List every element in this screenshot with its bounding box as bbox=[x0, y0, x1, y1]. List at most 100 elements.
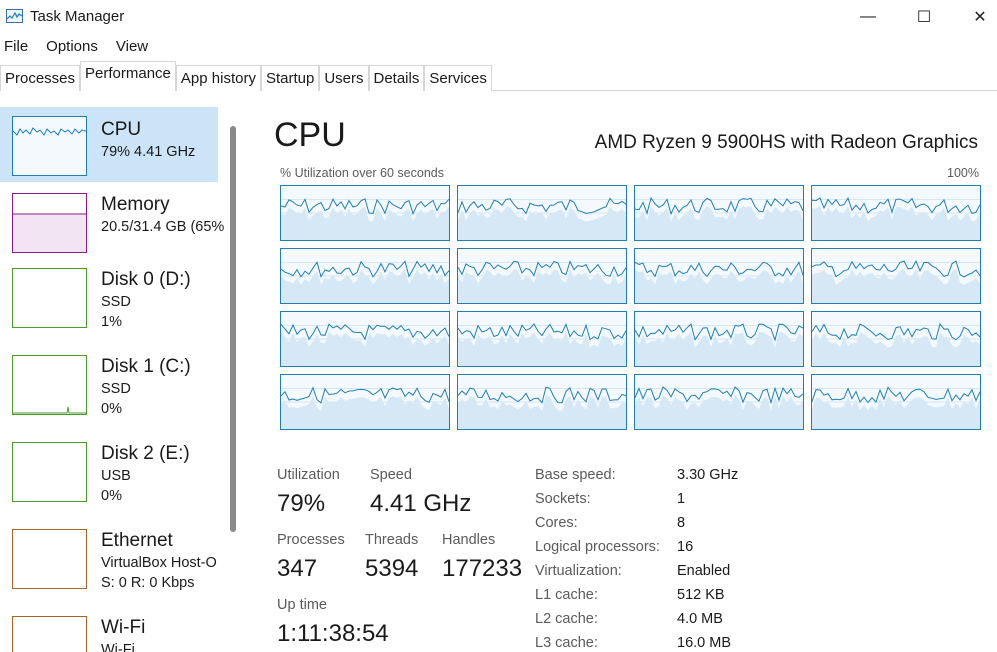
logical-processor-graph bbox=[457, 248, 627, 304]
page-title: CPU bbox=[274, 116, 346, 154]
sidebar-item-disk-1[interactable]: Disk 1 (C:) SSD 0% bbox=[0, 344, 218, 429]
graph-max-label: 100% bbox=[947, 166, 979, 180]
sidebar-disk-0-usage: 1% bbox=[101, 314, 122, 330]
disk-0-thumbnail-graph bbox=[12, 268, 87, 328]
tab-startup[interactable]: Startup bbox=[260, 65, 320, 91]
logical-processor-graph bbox=[811, 374, 981, 430]
sidebar-disk-1-usage: 0% bbox=[101, 401, 122, 417]
sidebar-wifi-title: Wi-Fi bbox=[101, 617, 146, 638]
logical-processor-graph bbox=[457, 311, 627, 367]
sidebar-disk-2-usage: 0% bbox=[101, 488, 122, 504]
handles-label: Handles bbox=[442, 532, 496, 548]
sidebar-scrollbar[interactable] bbox=[230, 126, 236, 532]
ethernet-thumbnail-graph bbox=[12, 529, 87, 589]
tab-strip: Processes Performance App history Startu… bbox=[0, 61, 997, 91]
logical-processor-graph bbox=[634, 185, 804, 241]
virtualization-value: Enabled bbox=[677, 563, 731, 579]
sidebar-wifi-adapter: Wi-Fi bbox=[101, 642, 135, 652]
sidebar-disk-2-type: USB bbox=[101, 468, 131, 484]
logical-processor-graph bbox=[811, 248, 981, 304]
logical-processors-value: 16 bbox=[677, 539, 694, 555]
speed-value: 4.41 GHz bbox=[370, 490, 472, 517]
tab-services[interactable]: Services bbox=[424, 65, 492, 91]
sidebar-item-cpu[interactable]: CPU 79% 4.41 GHz bbox=[0, 107, 218, 182]
title-bar: Task Manager — ☐ ✕ bbox=[0, 0, 997, 34]
sidebar-item-memory[interactable]: Memory 20.5/31.4 GB (65% bbox=[0, 182, 224, 262]
sidebar-memory-title: Memory bbox=[101, 194, 170, 215]
sidebar-cpu-usage: 79% 4.41 GHz bbox=[101, 144, 196, 160]
close-button[interactable]: ✕ bbox=[953, 0, 997, 34]
task-manager-icon bbox=[6, 9, 23, 23]
maximize-button[interactable]: ☐ bbox=[897, 0, 951, 34]
threads-label: Threads bbox=[365, 532, 419, 548]
cpu-thumbnail-graph bbox=[12, 116, 87, 176]
sidebar-item-disk-0[interactable]: Disk 0 (D:) SSD 1% bbox=[0, 257, 218, 342]
utilization-label: Utilization bbox=[277, 467, 340, 483]
cpu-detail-panel: CPU AMD Ryzen 9 5900HS with Radeon Graph… bbox=[242, 100, 997, 652]
l1-cache-label: L1 cache: bbox=[535, 587, 598, 603]
handles-value: 177233 bbox=[442, 555, 523, 582]
uptime-value: 1:11:38:54 bbox=[277, 620, 389, 647]
disk-1-thumbnail-graph bbox=[12, 355, 87, 415]
logical-processor-graph bbox=[280, 311, 450, 367]
logical-processors-label: Logical processors: bbox=[535, 539, 660, 555]
wifi-thumbnail-graph bbox=[12, 616, 87, 652]
logical-processor-graph bbox=[634, 311, 804, 367]
base-speed-label: Base speed: bbox=[535, 467, 616, 483]
utilization-value: 79% bbox=[277, 490, 326, 517]
sidebar-ethernet-adapter: VirtualBox Host-O bbox=[101, 555, 217, 571]
l2-cache-value: 4.0 MB bbox=[677, 611, 723, 627]
minimize-button[interactable]: — bbox=[841, 0, 895, 34]
logical-processor-graph bbox=[457, 374, 627, 430]
logical-processor-graph bbox=[457, 185, 627, 241]
tab-processes[interactable]: Processes bbox=[0, 65, 81, 91]
cores-value: 8 bbox=[677, 515, 686, 531]
sidebar-ethernet-throughput: S: 0 R: 0 Kbps bbox=[101, 575, 195, 591]
graph-caption: % Utilization over 60 seconds bbox=[280, 166, 444, 180]
sidebar-item-ethernet[interactable]: Ethernet VirtualBox Host-O S: 0 R: 0 Kbp… bbox=[0, 518, 218, 603]
menu-options[interactable]: Options bbox=[46, 36, 98, 58]
logical-processor-graphs bbox=[280, 185, 981, 433]
tab-details[interactable]: Details bbox=[368, 65, 425, 91]
uptime-label: Up time bbox=[277, 597, 327, 613]
sidebar-disk-1-title: Disk 1 (C:) bbox=[101, 356, 191, 377]
logical-processor-graph bbox=[634, 374, 804, 430]
logical-processor-graph bbox=[280, 374, 450, 430]
processes-value: 347 bbox=[277, 555, 318, 582]
speed-label: Speed bbox=[370, 467, 412, 483]
menu-bar: File Options View bbox=[0, 36, 162, 58]
sidebar-disk-0-title: Disk 0 (D:) bbox=[101, 269, 191, 290]
processes-label: Processes bbox=[277, 532, 345, 548]
tab-users[interactable]: Users bbox=[319, 65, 369, 91]
cpu-model-name: AMD Ryzen 9 5900HS with Radeon Graphics bbox=[594, 132, 978, 153]
sidebar-item-disk-2[interactable]: Disk 2 (E:) USB 0% bbox=[0, 431, 218, 516]
cores-label: Cores: bbox=[535, 515, 578, 531]
logical-processor-graph bbox=[280, 185, 450, 241]
sidebar-disk-2-title: Disk 2 (E:) bbox=[101, 443, 190, 464]
sidebar-cpu-title: CPU bbox=[101, 119, 142, 140]
l1-cache-value: 512 KB bbox=[677, 587, 725, 603]
window-title: Task Manager bbox=[30, 8, 125, 25]
threads-value: 5394 bbox=[365, 555, 419, 582]
sidebar-ethernet-title: Ethernet bbox=[101, 530, 173, 551]
logical-processor-graph bbox=[634, 248, 804, 304]
l3-cache-label: L3 cache: bbox=[535, 635, 598, 651]
logical-processor-graph bbox=[280, 248, 450, 304]
menu-view[interactable]: View bbox=[116, 36, 148, 58]
menu-file[interactable]: File bbox=[4, 36, 28, 58]
tab-performance[interactable]: Performance bbox=[80, 61, 176, 91]
logical-processor-graph bbox=[811, 311, 981, 367]
resource-sidebar: CPU 79% 4.41 GHz Memory 20.5/31.4 GB (65… bbox=[0, 100, 242, 652]
tab-app-history[interactable]: App history bbox=[175, 65, 261, 91]
l2-cache-label: L2 cache: bbox=[535, 611, 598, 627]
sidebar-memory-usage: 20.5/31.4 GB (65% bbox=[101, 219, 225, 235]
virtualization-label: Virtualization: bbox=[535, 563, 622, 579]
memory-thumbnail-graph bbox=[12, 193, 87, 253]
base-speed-value: 3.30 GHz bbox=[677, 467, 739, 483]
sockets-value: 1 bbox=[677, 491, 686, 507]
logical-processor-graph bbox=[811, 185, 981, 241]
sockets-label: Sockets: bbox=[535, 491, 591, 507]
l3-cache-value: 16.0 MB bbox=[677, 635, 731, 651]
sidebar-disk-1-type: SSD bbox=[101, 381, 131, 397]
sidebar-item-wifi[interactable]: Wi-Fi Wi-Fi bbox=[0, 605, 218, 652]
